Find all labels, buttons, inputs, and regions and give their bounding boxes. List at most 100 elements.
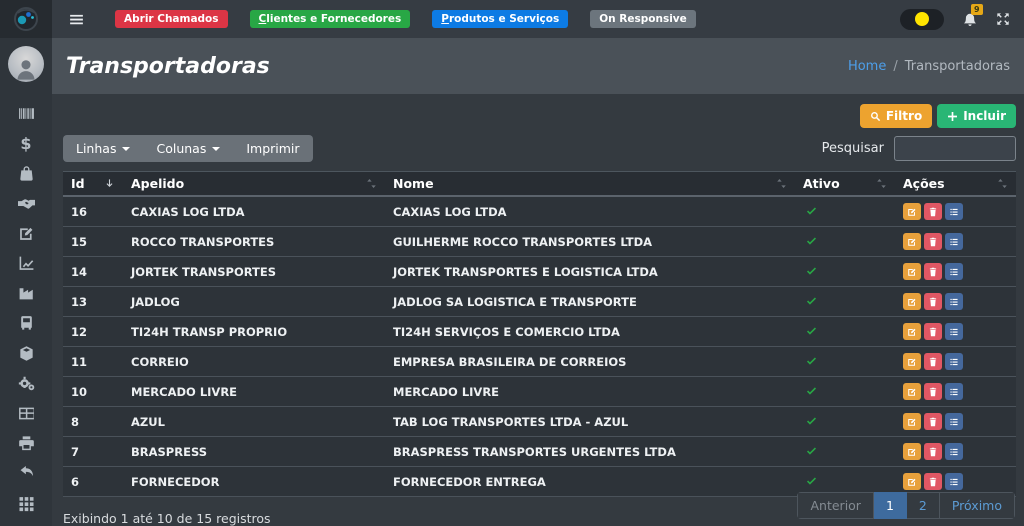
- breadcrumb-home-link[interactable]: Home: [848, 59, 886, 74]
- sidebar-item-print[interactable]: [0, 435, 52, 452]
- pagination-previous[interactable]: Anterior: [797, 492, 873, 519]
- details-button[interactable]: [945, 263, 963, 280]
- cell-id: 16: [63, 196, 123, 227]
- edit-button[interactable]: [903, 413, 921, 430]
- edit-button[interactable]: [903, 293, 921, 310]
- fullscreen-button[interactable]: [996, 12, 1010, 26]
- header-nome[interactable]: Nome: [385, 172, 795, 197]
- edit-icon: [907, 237, 917, 247]
- hamburger-icon: [68, 11, 85, 28]
- delete-button[interactable]: [924, 383, 942, 400]
- caret-down-icon: [212, 147, 220, 151]
- table-controls-group: Linhas Colunas Imprimir: [63, 135, 313, 162]
- edit-button[interactable]: [903, 383, 921, 400]
- pagination-next[interactable]: Próximo: [940, 492, 1015, 519]
- sidebar-item-reports[interactable]: [0, 255, 52, 272]
- rows-dropdown-label: Linhas: [76, 141, 116, 156]
- table-icon: [18, 405, 35, 422]
- sidebar-item-billing[interactable]: $: [0, 135, 52, 152]
- cell-ativo: [795, 257, 895, 287]
- badge-abrir-chamados[interactable]: Abrir Chamados: [115, 10, 228, 28]
- header-acoes[interactable]: Ações: [895, 172, 1016, 197]
- edit-icon: [907, 417, 917, 427]
- notifications-button[interactable]: 9: [962, 11, 978, 27]
- delete-button[interactable]: [924, 443, 942, 460]
- delete-button[interactable]: [924, 353, 942, 370]
- details-button[interactable]: [945, 413, 963, 430]
- theme-toggle[interactable]: [900, 9, 944, 30]
- edit-button[interactable]: [903, 323, 921, 340]
- sidebar-nav: $: [0, 105, 52, 512]
- delete-button[interactable]: [924, 233, 942, 250]
- details-button[interactable]: [945, 323, 963, 340]
- badge-on-responsive[interactable]: On Responsive: [590, 10, 696, 28]
- sidebar-item-barcode[interactable]: [0, 105, 52, 122]
- details-button[interactable]: [945, 353, 963, 370]
- rows-dropdown-button[interactable]: Linhas: [63, 135, 143, 162]
- edit-button[interactable]: [903, 233, 921, 250]
- caret-down-icon: [122, 147, 130, 151]
- badge-produtos-servicos[interactable]: Produtos e Serviços: [432, 10, 568, 28]
- edit-button[interactable]: [903, 263, 921, 280]
- details-button[interactable]: [945, 233, 963, 250]
- sidebar-item-partners[interactable]: [0, 195, 52, 212]
- badge-clientes-fornecedores[interactable]: Clientes e Fornecedores: [250, 10, 411, 28]
- menu-toggle-button[interactable]: [68, 11, 85, 28]
- delete-button[interactable]: [924, 263, 942, 280]
- app-logo[interactable]: [0, 0, 52, 38]
- cell-nome: BRASPRESS TRANSPORTES URGENTES LTDA: [385, 437, 795, 467]
- header-apelido[interactable]: Apelido: [123, 172, 385, 197]
- columns-dropdown-button[interactable]: Colunas: [143, 135, 233, 162]
- search-input[interactable]: [894, 136, 1016, 161]
- sidebar-item-industry[interactable]: [0, 285, 52, 302]
- cell-ativo: [795, 287, 895, 317]
- filter-button[interactable]: Filtro: [860, 104, 932, 128]
- cell-nome: FORNECEDOR ENTREGA: [385, 467, 795, 497]
- sidebar-item-settings[interactable]: [0, 375, 52, 392]
- cell-apelido: AZUL: [123, 407, 385, 437]
- cogs-icon: [18, 375, 35, 392]
- header-ativo[interactable]: Ativo: [795, 172, 895, 197]
- cell-acoes: [895, 227, 1016, 257]
- details-button[interactable]: [945, 383, 963, 400]
- cell-apelido: ROCCO TRANSPORTES: [123, 227, 385, 257]
- pagination-page-1[interactable]: 1: [874, 492, 907, 519]
- header-id[interactable]: Id: [63, 172, 123, 197]
- user-avatar[interactable]: [8, 46, 44, 82]
- sidebar-item-apps[interactable]: [0, 495, 52, 512]
- trash-icon: [928, 267, 938, 277]
- table-row: 16 CAXIAS LOG LTDA CAXIAS LOG LTDA: [63, 196, 1016, 227]
- pagination-page-2[interactable]: 2: [907, 492, 940, 519]
- sidebar-item-sales[interactable]: [0, 165, 52, 182]
- delete-button[interactable]: [924, 203, 942, 220]
- sidebar-item-products[interactable]: [0, 345, 52, 362]
- table-row: 10 MERCADO LIVRE MERCADO LIVRE: [63, 377, 1016, 407]
- print-button[interactable]: Imprimir: [233, 135, 312, 162]
- cell-apelido: JORTEK TRANSPORTES: [123, 257, 385, 287]
- details-button[interactable]: [945, 203, 963, 220]
- edit-button[interactable]: [903, 203, 921, 220]
- cell-acoes: [895, 377, 1016, 407]
- delete-button[interactable]: [924, 413, 942, 430]
- details-button[interactable]: [945, 443, 963, 460]
- edit-button[interactable]: [903, 353, 921, 370]
- cell-id: 12: [63, 317, 123, 347]
- delete-button[interactable]: [924, 323, 942, 340]
- sidebar-item-shipping[interactable]: [0, 315, 52, 332]
- edit-button[interactable]: [903, 443, 921, 460]
- delete-button[interactable]: [924, 473, 942, 490]
- delete-button[interactable]: [924, 293, 942, 310]
- cell-nome: GUILHERME ROCCO TRANSPORTES LTDA: [385, 227, 795, 257]
- sidebar-item-back[interactable]: [0, 465, 52, 482]
- details-button[interactable]: [945, 293, 963, 310]
- details-button[interactable]: [945, 473, 963, 490]
- list-icon: [949, 237, 959, 247]
- sidebar-item-register[interactable]: [0, 225, 52, 242]
- sort-desc-icon: [104, 178, 115, 189]
- header-nome-label: Nome: [393, 176, 434, 191]
- edit-button[interactable]: [903, 473, 921, 490]
- cell-acoes: [895, 317, 1016, 347]
- include-button[interactable]: Incluir: [937, 104, 1016, 128]
- sidebar-item-tables[interactable]: [0, 405, 52, 422]
- cell-nome: TI24H SERVIÇOS E COMERCIO LTDA: [385, 317, 795, 347]
